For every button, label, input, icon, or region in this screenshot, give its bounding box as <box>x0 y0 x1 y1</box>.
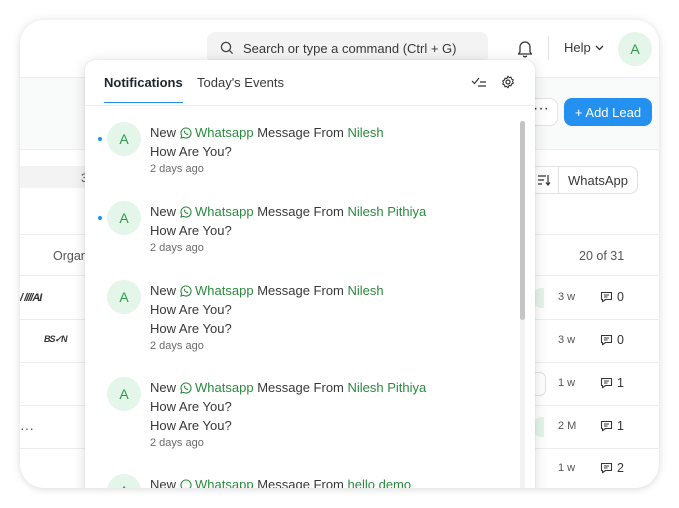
unread-indicator <box>98 137 102 141</box>
notification-middle-text: Message From <box>257 380 344 395</box>
notification-message: How Are You? <box>150 223 232 238</box>
row-count: 20 of 31 <box>579 249 625 263</box>
org-logo: / ////AI <box>20 292 42 304</box>
row-comments[interactable]: 1 <box>600 376 624 390</box>
tab-notifications[interactable]: Notifications <box>104 75 183 103</box>
notification-avatar: A <box>107 122 141 156</box>
comment-icon <box>600 334 613 346</box>
row-comments[interactable]: 0 <box>600 333 624 347</box>
notifications-panel: Notifications Today's Events A New Whats… <box>85 60 535 488</box>
notification-title: New Whatsapp Message From hello demo <box>150 477 411 488</box>
notification-avatar: A <box>107 280 141 314</box>
comment-count: 1 <box>617 376 624 390</box>
search-placeholder: Search or type a command (Ctrl + G) <box>243 40 457 56</box>
help-label: Help <box>564 40 591 55</box>
row-menu-dots[interactable]: ··· <box>20 420 34 436</box>
notifications-scrollbar[interactable] <box>520 121 525 488</box>
whatsapp-icon <box>180 284 192 297</box>
notification-message: How Are You? <box>150 302 232 317</box>
bell-icon[interactable] <box>516 39 534 58</box>
whatsapp-icon <box>180 126 192 139</box>
notification-message: How Are You? <box>150 321 232 336</box>
search-icon <box>220 41 234 55</box>
notification-channel: Whatsapp <box>195 283 254 298</box>
notification-title: New Whatsapp Message From Nilesh <box>150 125 384 140</box>
row-time: 2 M <box>558 420 577 432</box>
comment-icon <box>600 377 613 389</box>
notification-sender: Nilesh Pithiya <box>347 204 427 219</box>
comment-count: 0 <box>617 333 624 347</box>
navbar-divider <box>548 36 549 60</box>
comment-count: 2 <box>617 461 624 475</box>
notification-prefix: New <box>150 283 177 298</box>
notification-channel: Whatsapp <box>195 125 254 140</box>
notification-channel: Whatsapp <box>195 204 254 219</box>
comment-count: 1 <box>617 419 624 433</box>
notification-avatar: A <box>107 474 141 488</box>
row-time: 1 w <box>558 377 576 389</box>
comment-count: 0 <box>617 290 624 304</box>
notification-sender: Nilesh <box>347 283 384 298</box>
notification-sender: Nilesh <box>347 125 384 140</box>
unread-indicator <box>98 216 102 220</box>
tab-todays-events[interactable]: Today's Events <box>197 75 284 90</box>
app-window: Search or type a command (Ctrl + G) Help… <box>20 20 659 488</box>
notification-prefix: New <box>150 204 177 219</box>
whatsapp-icon <box>180 205 192 218</box>
settings-gear-icon[interactable] <box>501 75 515 89</box>
chevron-down-icon <box>595 45 604 50</box>
org-logo: BS✓N <box>44 334 68 344</box>
notification-prefix: New <box>150 477 177 488</box>
row-comments[interactable]: 1 <box>600 419 624 433</box>
notification-prefix: New <box>150 380 177 395</box>
notification-middle-text: Message From <box>257 477 344 488</box>
whatsapp-view-button[interactable]: WhatsApp <box>558 166 638 194</box>
comment-icon <box>600 291 613 303</box>
notification-time: 2 days ago <box>150 437 204 449</box>
notification-message: How Are You? <box>150 144 232 159</box>
row-comments[interactable]: 2 <box>600 461 624 475</box>
scrollbar-thumb[interactable] <box>520 121 525 320</box>
sort-icon <box>537 175 550 186</box>
notification-sender: Nilesh Pithiya <box>347 380 427 395</box>
notification-time: 2 days ago <box>150 242 204 254</box>
notifications-tabs: Notifications Today's Events <box>85 60 535 106</box>
notification-time: 2 days ago <box>150 163 204 175</box>
notification-middle-text: Message From <box>257 125 344 140</box>
notification-prefix: New <box>150 125 177 140</box>
help-menu[interactable]: Help <box>564 40 604 55</box>
organization-column-header: Organ <box>53 249 88 263</box>
notification-message: How Are You? <box>150 418 232 433</box>
notification-avatar: A <box>107 377 141 411</box>
row-comments[interactable]: 0 <box>600 290 624 304</box>
whatsapp-icon <box>180 478 192 488</box>
mark-all-read-icon[interactable] <box>471 76 487 88</box>
notification-time: 2 days ago <box>150 340 204 352</box>
user-avatar[interactable]: A <box>618 32 652 66</box>
notification-title: New Whatsapp Message From Nilesh Pithiya <box>150 380 426 395</box>
notification-message: How Are You? <box>150 399 232 414</box>
notification-middle-text: Message From <box>257 283 344 298</box>
notification-title: New Whatsapp Message From Nilesh <box>150 283 384 298</box>
notification-title: New Whatsapp Message From Nilesh Pithiya <box>150 204 426 219</box>
row-time: 3 w <box>558 334 576 346</box>
row-time: 1 w <box>558 462 576 474</box>
row-time: 3 w <box>558 291 576 303</box>
add-lead-button[interactable]: + Add Lead <box>564 98 652 126</box>
comment-icon <box>600 420 613 432</box>
notification-sender: hello demo <box>347 477 412 488</box>
notification-channel: Whatsapp <box>195 380 254 395</box>
whatsapp-icon <box>180 381 192 394</box>
notification-avatar: A <box>107 201 141 235</box>
notification-channel: Whatsapp <box>195 477 254 488</box>
comment-icon <box>600 462 613 474</box>
notification-middle-text: Message From <box>257 204 344 219</box>
